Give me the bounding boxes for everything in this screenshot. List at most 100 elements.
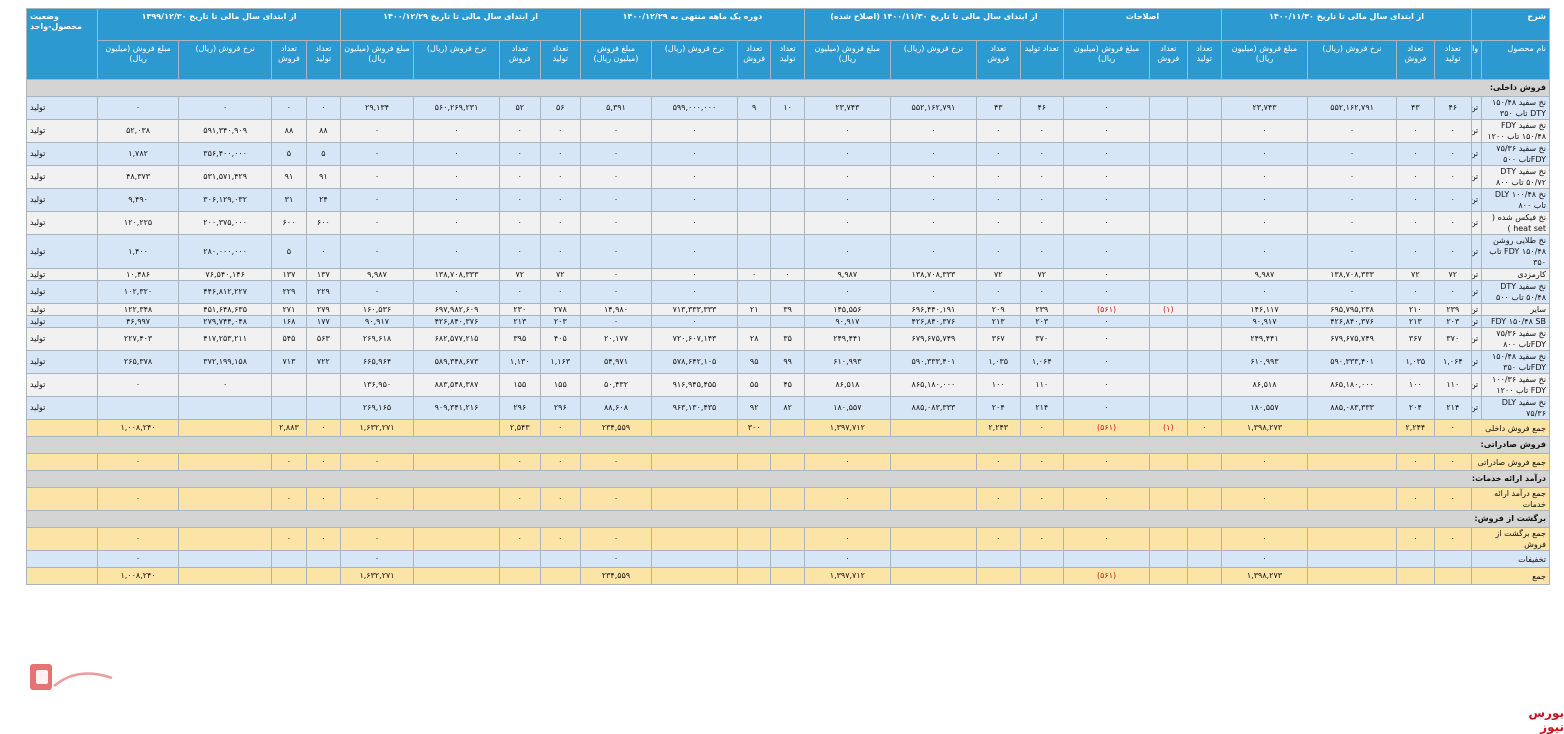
total-label-grand: جمع	[1471, 567, 1550, 585]
cell-adjd-rate: ۵۹۰,۳۳۳,۴۰۱	[889, 350, 977, 374]
cell-ytd-prod-qty: ۴۰۵	[539, 327, 582, 351]
cell-prev-rate: ۴۱۷,۲۵۳,۲۱۱	[178, 327, 273, 351]
total-export-prod-qty: ٠	[1433, 453, 1473, 471]
total-domestic-adj-amount: (۵۶۱)	[1063, 419, 1151, 437]
table-row: نخ سفید ۱۵۰/۴۸ DTY تاب ۳۵۰تن۴۶۴۳۵۵۲,۱۶۲,…	[25, 96, 1550, 120]
cell-ytd-sale-qty: ۱,۱۳۰	[499, 350, 541, 374]
cell-adjd-sale-qty: ۳۶۷	[975, 327, 1021, 351]
cell-rate: ۸۸۵,۰۸۳,۳۳۳	[1307, 396, 1398, 420]
total-label-services: جمع درآمد ارائه خدمات	[1471, 487, 1550, 511]
header-ytd-1400-12-amount: مبلغ فروش (میلیون ریال)	[340, 40, 414, 80]
header-month-1400-12-sale-qty: تعداد فروش	[736, 40, 772, 80]
cell-adjd-amount: ۸۶,۵۱۸	[803, 373, 891, 397]
cell-rate: ۵۵۲,۱۶۲,۷۹۱	[1307, 96, 1398, 120]
table-row: کارمزدیتن۷۲۷۲۱۳۸,۷۰۸,۳۳۳۹,۹۸۷٠۷۲۷۲۱۳۸,۷۰…	[25, 268, 1550, 281]
table-row: نخ سفید ۱۵۰/۴۸ FDYتاب ۳۵۰تن۱,۰۶۴۱,۰۳۵۵۹۰…	[25, 350, 1550, 374]
cell-ytd-prod-qty: ۵۶	[539, 96, 582, 120]
total-services-ytd-prod-qty: ٠	[539, 487, 582, 511]
cell-ytd-rate: ۱۳۸,۷۰۸,۳۳۳	[412, 268, 501, 281]
cell-adjd-amount: ٠	[803, 165, 891, 189]
header-ytd-1400-11-sale-qty: تعداد فروش	[1396, 40, 1435, 80]
header-adjustments-prod-qty: تعداد تولید	[1186, 40, 1222, 80]
cell-rate: ٠	[1307, 119, 1398, 143]
cell-adjd-sale-qty: ۱۰۰	[975, 373, 1021, 397]
total-discounts-prev-amount: ٠	[97, 550, 180, 568]
cell-month-sale-qty	[736, 234, 772, 269]
cell-prev-rate: ۲۰۰,۳۷۵,۰۰۰	[178, 211, 273, 235]
table-row: نخ ۱۰۰/۴۸ DLY تاب ۸۰۰تن٠٠٠٠٠٠٠٠٠٠٠٠٠٠٠۲۴…	[25, 188, 1550, 212]
total-export-adj-prod-qty	[1186, 453, 1222, 471]
product-status: تولید	[25, 211, 99, 235]
product-name: سایر	[1481, 303, 1550, 316]
cell-adjd-amount: ٠	[803, 211, 891, 235]
cell-month-amount: ٠	[580, 234, 652, 269]
cell-adjd-prod-qty: ۲۱۴	[1019, 396, 1065, 420]
cell-amount: ۱۸۰,۵۵۷	[1220, 396, 1309, 420]
cell-adjd-amount: ۱۸۰,۵۵۷	[803, 396, 891, 420]
cell-month-rate: ٠	[650, 211, 739, 235]
unit-cell: تن	[1471, 211, 1483, 235]
header-ytd-adjusted-amount: مبلغ فروش (میلیون ریال)	[803, 40, 891, 80]
total-returns-prev-sale-qty: ٠	[271, 527, 307, 551]
total-discounts-sale-qty	[1396, 550, 1435, 568]
cell-month-amount: ٠	[580, 119, 652, 143]
cell-sale-qty: ٠	[1396, 188, 1435, 212]
table-row: نخ سفید DTY ۵۰/۷۲ تاب ۸۰۰تن٠٠٠٠٠٠٠٠٠٠٠٠٠…	[25, 165, 1550, 189]
header-ytd-adjusted-rate: نرخ فروش (ریال)	[889, 40, 977, 80]
cell-month-sale-qty	[736, 119, 772, 143]
total-discounts-month-sale-qty	[736, 550, 772, 568]
total-domestic-month-rate	[650, 419, 739, 437]
cell-prev-amount: ۵۲,۰۳۸	[97, 119, 180, 143]
cell-adj-sale-qty	[1149, 280, 1188, 304]
total-domestic-prev-sale-qty: ۲,۸۸۳	[271, 419, 307, 437]
total-export-adjd-prod-qty: ٠	[1019, 453, 1065, 471]
cell-amount: ٠	[1220, 188, 1309, 212]
cell-adj-prod-qty	[1186, 96, 1222, 120]
total-grand-sale-qty	[1396, 567, 1435, 585]
total-row-grand: جمع ۱,۳۹۸,۲۷۳ (۵۶۱) ۱,۳۹۷,۷۱۲ ۲۳۴,۵۵۹ ۱,۶۳۲,۲…	[25, 567, 1550, 585]
cell-month-prod-qty	[770, 234, 805, 269]
cell-ytd-sale-qty: ٠	[499, 211, 541, 235]
header-ytd-1399-12-prod-qty: تعداد تولید	[305, 40, 342, 80]
cell-month-prod-qty	[770, 211, 805, 235]
header-ytd-1399-12-rate: نرخ فروش (ریال)	[178, 40, 273, 80]
cell-prev-rate: ۳۵۶,۴۰۰,۰۰۰	[178, 142, 273, 166]
cell-prod-qty: ٠	[1433, 234, 1473, 269]
cell-prev-sale-qty: ۹۱	[271, 165, 307, 189]
total-discounts-month-prod-qty	[770, 550, 805, 568]
cell-prev-rate: ٠	[178, 96, 273, 120]
cell-prod-qty: ۱۱۰	[1433, 373, 1473, 397]
cell-month-sale-qty	[736, 188, 772, 212]
cell-month-prod-qty	[770, 119, 805, 143]
cell-amount: ٠	[1220, 142, 1309, 166]
cell-prod-qty: ۲۳۹	[1433, 303, 1473, 316]
cell-prev-rate: ۳۰۶,۱۲۹,۰۳۲	[178, 188, 273, 212]
cell-ytd-rate: ۴۲۶,۸۴۰,۳۷۶	[412, 315, 501, 328]
cell-adj-sale-qty	[1149, 119, 1188, 143]
total-domestic-ytd-amount: ۱,۶۳۲,۲۷۱	[340, 419, 414, 437]
total-export-ytd-amount: ٠	[340, 453, 414, 471]
header-product-status: وضعیت محصول-واحد	[25, 8, 99, 80]
total-grand-adjd-sale-qty	[975, 567, 1021, 585]
cell-adjd-rate: ٠	[889, 234, 977, 269]
cell-prev-rate	[178, 396, 273, 420]
total-domestic-month-prod-qty	[770, 419, 805, 437]
cell-month-prod-qty: ۹۹	[770, 350, 805, 374]
header-row-periods: شرح از ابتدای سال مالی تا تاریخ ۱۴۰۰/۱۱/…	[25, 8, 1550, 80]
cell-prev-prod-qty: ۱۷۷	[305, 315, 342, 328]
total-export-adjd-amount: ٠	[803, 453, 891, 471]
cell-ytd-rate: ٠	[412, 188, 501, 212]
cell-adj-sale-qty	[1149, 373, 1188, 397]
cell-ytd-sale-qty: ۱۵۵	[499, 373, 541, 397]
cell-ytd-amount: ٠	[340, 142, 414, 166]
cell-ytd-amount: ۲۶۹,۶۱۸	[340, 327, 414, 351]
total-domestic-rate	[1307, 419, 1398, 437]
unit-cell: تن	[1471, 303, 1483, 316]
total-domestic-adjd-sale-qty: ۲,۲۴۳	[975, 419, 1021, 437]
product-status: تولید	[25, 96, 99, 120]
cell-amount: ۲۳,۷۴۳	[1220, 96, 1309, 120]
total-grand-adj-sale-qty	[1149, 567, 1188, 585]
cell-month-rate: ۷۱۳,۳۳۳,۳۳۳	[650, 303, 739, 316]
total-services-ytd-rate	[412, 487, 501, 511]
total-returns-ytd-sale-qty: ٠	[499, 527, 541, 551]
